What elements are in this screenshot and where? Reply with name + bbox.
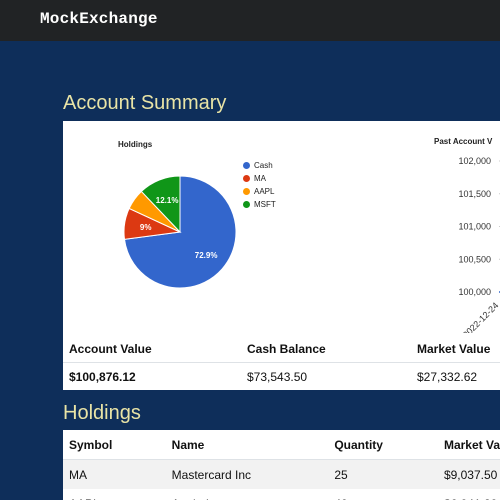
account-value-chart-clip: 102,000 101,500 101,000 100,500 100,000 2022-… <box>363 121 500 333</box>
symbol-cell: MA <box>63 459 166 489</box>
holdings-pie-legend: Cash MA AAPL MSFT <box>243 159 276 211</box>
y-tick-label: 100,500 <box>458 254 491 264</box>
account-value-line-chart: 102,000 101,500 101,000 100,500 100,000 2022-… <box>458 156 500 333</box>
market-value-header: Market Value <box>411 335 500 363</box>
y-tick-label: 102,000 <box>458 156 491 166</box>
stats-header-row: Account Value Cash Balance Market Value <box>63 335 500 363</box>
legend-swatch <box>243 188 250 195</box>
holdings-table: Symbol Name Quantity Market Va MA Master… <box>63 430 500 500</box>
quantity-header: Quantity <box>328 430 438 460</box>
x-tick-label: 2022-12-24 <box>461 300 500 333</box>
cash-balance-header: Cash Balance <box>241 335 411 363</box>
name-header: Name <box>165 430 329 460</box>
holdings-pie-chart: 72.9% 9% 12.1% <box>123 175 237 289</box>
stats-value-row: $100,876.12 $73,543.50 $27,332.62 <box>63 363 500 391</box>
holdings-card: Symbol Name Quantity Market Va MA Master… <box>63 430 500 500</box>
legend-label: AAPL <box>254 187 275 196</box>
legend-swatch <box>243 162 250 169</box>
quantity-cell: 40 <box>328 489 438 500</box>
cash-balance-value: $73,543.50 <box>247 369 308 384</box>
name-cell: Apple Inc <box>166 489 329 500</box>
pie-label-msft: 12.1% <box>156 196 179 205</box>
pie-label-cash: 72.9% <box>195 251 218 260</box>
pie-label-ma: 9% <box>140 223 152 232</box>
account-value-header: Account Value <box>63 335 241 363</box>
holdings-title: Holdings <box>63 402 141 424</box>
table-row[interactable]: AAPL Apple Inc 40 $6,041.80 <box>63 489 500 500</box>
quantity-cell: 25 <box>328 459 438 489</box>
account-summary-title: Account Summary <box>63 92 227 114</box>
legend-label: MSFT <box>254 200 276 209</box>
legend-item-aapl[interactable]: AAPL <box>243 185 276 198</box>
navbar: MockExchange <box>0 0 500 41</box>
account-summary-card: Holdings 72.9% 9% 12.1% Cash MA AAPL MSFT Pas… <box>63 121 500 390</box>
legend-label: MA <box>254 174 266 183</box>
legend-item-cash[interactable]: Cash <box>243 159 276 172</box>
market-value-cell: $9,037.50 <box>437 459 500 489</box>
legend-swatch <box>243 175 250 182</box>
table-row[interactable]: MA Mastercard Inc 25 $9,037.50 <box>63 459 500 489</box>
account-stats-table: Account Value Cash Balance Market Value … <box>63 335 500 390</box>
name-cell: Mastercard Inc <box>165 459 329 489</box>
symbol-header: Symbol <box>63 430 166 460</box>
y-tick-label: 100,000 <box>458 287 491 297</box>
market-value-cell: $6,041.80 <box>438 489 500 500</box>
legend-item-msft[interactable]: MSFT <box>243 198 276 211</box>
legend-label: Cash <box>254 161 273 170</box>
holdings-header-row: Symbol Name Quantity Market Va <box>63 430 500 460</box>
brand-logo-text[interactable]: MockExchange <box>40 10 158 28</box>
market-value-value: $27,332.62 <box>417 369 478 384</box>
legend-item-ma[interactable]: MA <box>243 172 276 185</box>
account-value: $100,876.12 <box>69 369 136 384</box>
y-tick-label: 101,500 <box>458 189 491 199</box>
y-tick-label: 101,000 <box>458 222 491 232</box>
legend-swatch <box>243 201 250 208</box>
charts-area: Holdings 72.9% 9% 12.1% Cash MA AAPL MSFT Pas… <box>63 121 500 333</box>
symbol-cell: AAPL <box>63 489 166 500</box>
market-value-header: Market Va <box>437 430 500 460</box>
